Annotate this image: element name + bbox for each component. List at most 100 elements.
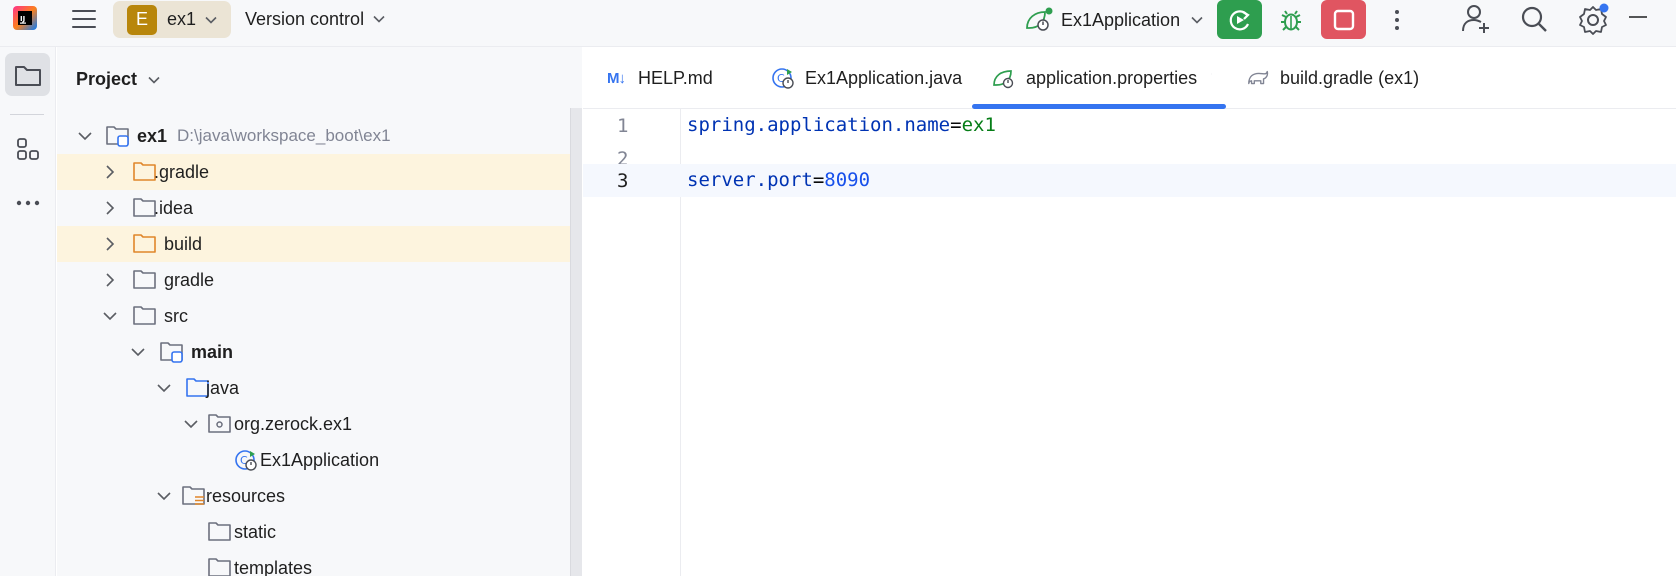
tree-node-ex1application[interactable]: C Ex1Application bbox=[57, 442, 582, 478]
tree-node-label: ex1 bbox=[137, 125, 168, 146]
minimize-window-icon[interactable] bbox=[1623, 2, 1653, 32]
bug-icon bbox=[1281, 10, 1301, 31]
more-actions-button[interactable] bbox=[1385, 4, 1409, 36]
chevron-down-icon bbox=[373, 15, 385, 23]
chevron-down-icon[interactable] bbox=[77, 128, 93, 144]
intellij-logo-icon[interactable]: IJ bbox=[11, 4, 39, 32]
tab-build-gradle[interactable]: build.gradle (ex1) bbox=[1246, 47, 1419, 109]
property-key: server.port bbox=[687, 169, 813, 191]
structure-icon bbox=[16, 137, 39, 160]
line-number: 3 bbox=[617, 170, 629, 192]
tree-node-label: templates bbox=[234, 557, 313, 576]
chevron-down-icon[interactable] bbox=[102, 308, 118, 324]
chevron-down-icon[interactable] bbox=[183, 416, 199, 432]
main-toolbar: IJ E ex1 Version control Ex1Application bbox=[0, 0, 1676, 47]
run-config-selector[interactable]: Ex1Application bbox=[1023, 6, 1204, 34]
tree-node-label: org.zerock.ex1 bbox=[234, 413, 353, 434]
debug-button[interactable] bbox=[1275, 4, 1307, 36]
more-tool-windows-button[interactable] bbox=[5, 181, 50, 224]
property-separator: = bbox=[950, 114, 962, 136]
tree-node-build[interactable]: build bbox=[57, 226, 582, 262]
tree-node-resources[interactable]: resources bbox=[57, 478, 582, 514]
chevron-down-icon[interactable] bbox=[130, 344, 146, 360]
property-value: ex1 bbox=[961, 114, 996, 136]
tree-node-main[interactable]: main bbox=[57, 334, 582, 370]
folder-icon bbox=[133, 270, 156, 289]
tool-window-strip bbox=[0, 47, 56, 576]
property-value: 8090 bbox=[824, 169, 871, 191]
svg-text:IJ: IJ bbox=[20, 15, 25, 23]
project-path: D:\java\workspace_boot\ex1 bbox=[177, 126, 391, 145]
tab-label: application.properties bbox=[1026, 67, 1198, 88]
tree-node-gradle[interactable]: gradle bbox=[57, 262, 582, 298]
code-text: spring.application.name=ex1 bbox=[687, 114, 996, 136]
gradle-elephant-icon bbox=[1246, 66, 1270, 90]
tree-node-label: resources bbox=[206, 485, 286, 506]
code-text: server.port=8090 bbox=[687, 169, 870, 191]
spring-boot-run-icon bbox=[1026, 7, 1053, 31]
settings-gear-icon[interactable] bbox=[1577, 2, 1611, 36]
rerun-button[interactable] bbox=[1217, 0, 1262, 39]
tree-node-label: gradle bbox=[164, 269, 215, 290]
chevron-down-icon[interactable] bbox=[156, 488, 172, 504]
project-badge: E bbox=[127, 4, 157, 35]
code-editor[interactable]: 1 spring.application.name=ex1 2 3 server… bbox=[583, 109, 1676, 576]
module-folder-icon bbox=[160, 342, 183, 363]
tree-node-label: static bbox=[234, 521, 277, 542]
tree-node-label: .gradle bbox=[154, 161, 210, 182]
code-line[interactable]: 1 spring.application.name=ex1 bbox=[583, 109, 1676, 142]
add-user-icon[interactable] bbox=[1459, 2, 1493, 36]
folder-icon bbox=[208, 522, 231, 541]
vcs-widget[interactable]: Version control bbox=[245, 7, 386, 31]
chevron-right-icon[interactable] bbox=[102, 200, 118, 216]
code-line-current[interactable]: 3 server.port=8090 bbox=[583, 164, 1676, 197]
chevron-down-icon[interactable] bbox=[156, 380, 172, 396]
project-tool-button[interactable] bbox=[5, 53, 50, 96]
tree-node-label: main bbox=[191, 341, 234, 362]
chevron-right-icon[interactable] bbox=[102, 236, 118, 252]
module-folder-icon bbox=[106, 126, 129, 147]
tree-node-label: .idea bbox=[154, 197, 194, 218]
structure-tool-button[interactable] bbox=[5, 127, 50, 170]
project-panel-header[interactable]: Project bbox=[76, 69, 161, 90]
chevron-down-icon bbox=[205, 16, 217, 24]
tree-node-static[interactable]: static bbox=[57, 514, 582, 550]
tab-label: build.gradle (ex1) bbox=[1280, 67, 1420, 88]
markdown-icon: M↓ bbox=[607, 69, 626, 87]
project-switcher[interactable]: E ex1 bbox=[113, 1, 231, 38]
tab-label: Ex1Application.java bbox=[805, 67, 963, 88]
tree-node-templates[interactable]: templates bbox=[57, 550, 582, 576]
chevron-right-icon[interactable] bbox=[102, 272, 118, 288]
more-vertical-icon bbox=[1395, 10, 1399, 30]
stop-button[interactable] bbox=[1321, 0, 1366, 39]
vcs-label: Version control bbox=[245, 8, 365, 29]
close-icon[interactable] bbox=[1211, 67, 1212, 81]
tree-node-idea[interactable]: .idea bbox=[57, 190, 582, 226]
spring-boot-class-icon: C bbox=[235, 450, 257, 471]
tree-node-gradle-dir[interactable]: .gradle bbox=[57, 154, 582, 190]
tab-application-properties[interactable]: application.properties bbox=[972, 47, 1226, 109]
tool-separator bbox=[10, 114, 44, 115]
tab-ex1application-java[interactable]: C Ex1Application.java bbox=[771, 47, 962, 109]
tree-node-package[interactable]: org.zerock.ex1 bbox=[57, 406, 582, 442]
tab-help-md[interactable]: M↓ HELP.md bbox=[604, 47, 713, 109]
tree-node-java[interactable]: java bbox=[57, 370, 582, 406]
tree-node-ex1[interactable]: ex1 D:\java\workspace_boot\ex1 bbox=[57, 118, 582, 154]
tab-label: HELP.md bbox=[638, 67, 713, 88]
more-horizontal-icon bbox=[16, 200, 39, 205]
spring-boot-class-icon: C bbox=[771, 66, 795, 90]
editor-tab-bar: M↓ HELP.md C Ex1Application.java applica… bbox=[583, 47, 1676, 109]
tree-node-src[interactable]: src bbox=[57, 298, 582, 334]
resources-folder-icon bbox=[182, 486, 205, 505]
excluded-folder-icon bbox=[133, 234, 156, 253]
search-icon[interactable] bbox=[1518, 3, 1550, 35]
project-name: ex1 bbox=[167, 9, 197, 29]
tree-node-label: Ex1Application bbox=[260, 449, 380, 470]
run-config-name: Ex1Application bbox=[1061, 9, 1181, 30]
main-menu-icon[interactable] bbox=[70, 5, 98, 33]
project-panel-scrollbar[interactable] bbox=[570, 108, 582, 576]
spring-properties-icon bbox=[992, 66, 1016, 90]
package-icon bbox=[208, 414, 231, 433]
chevron-right-icon[interactable] bbox=[102, 164, 118, 180]
chevron-down-icon bbox=[148, 76, 160, 84]
